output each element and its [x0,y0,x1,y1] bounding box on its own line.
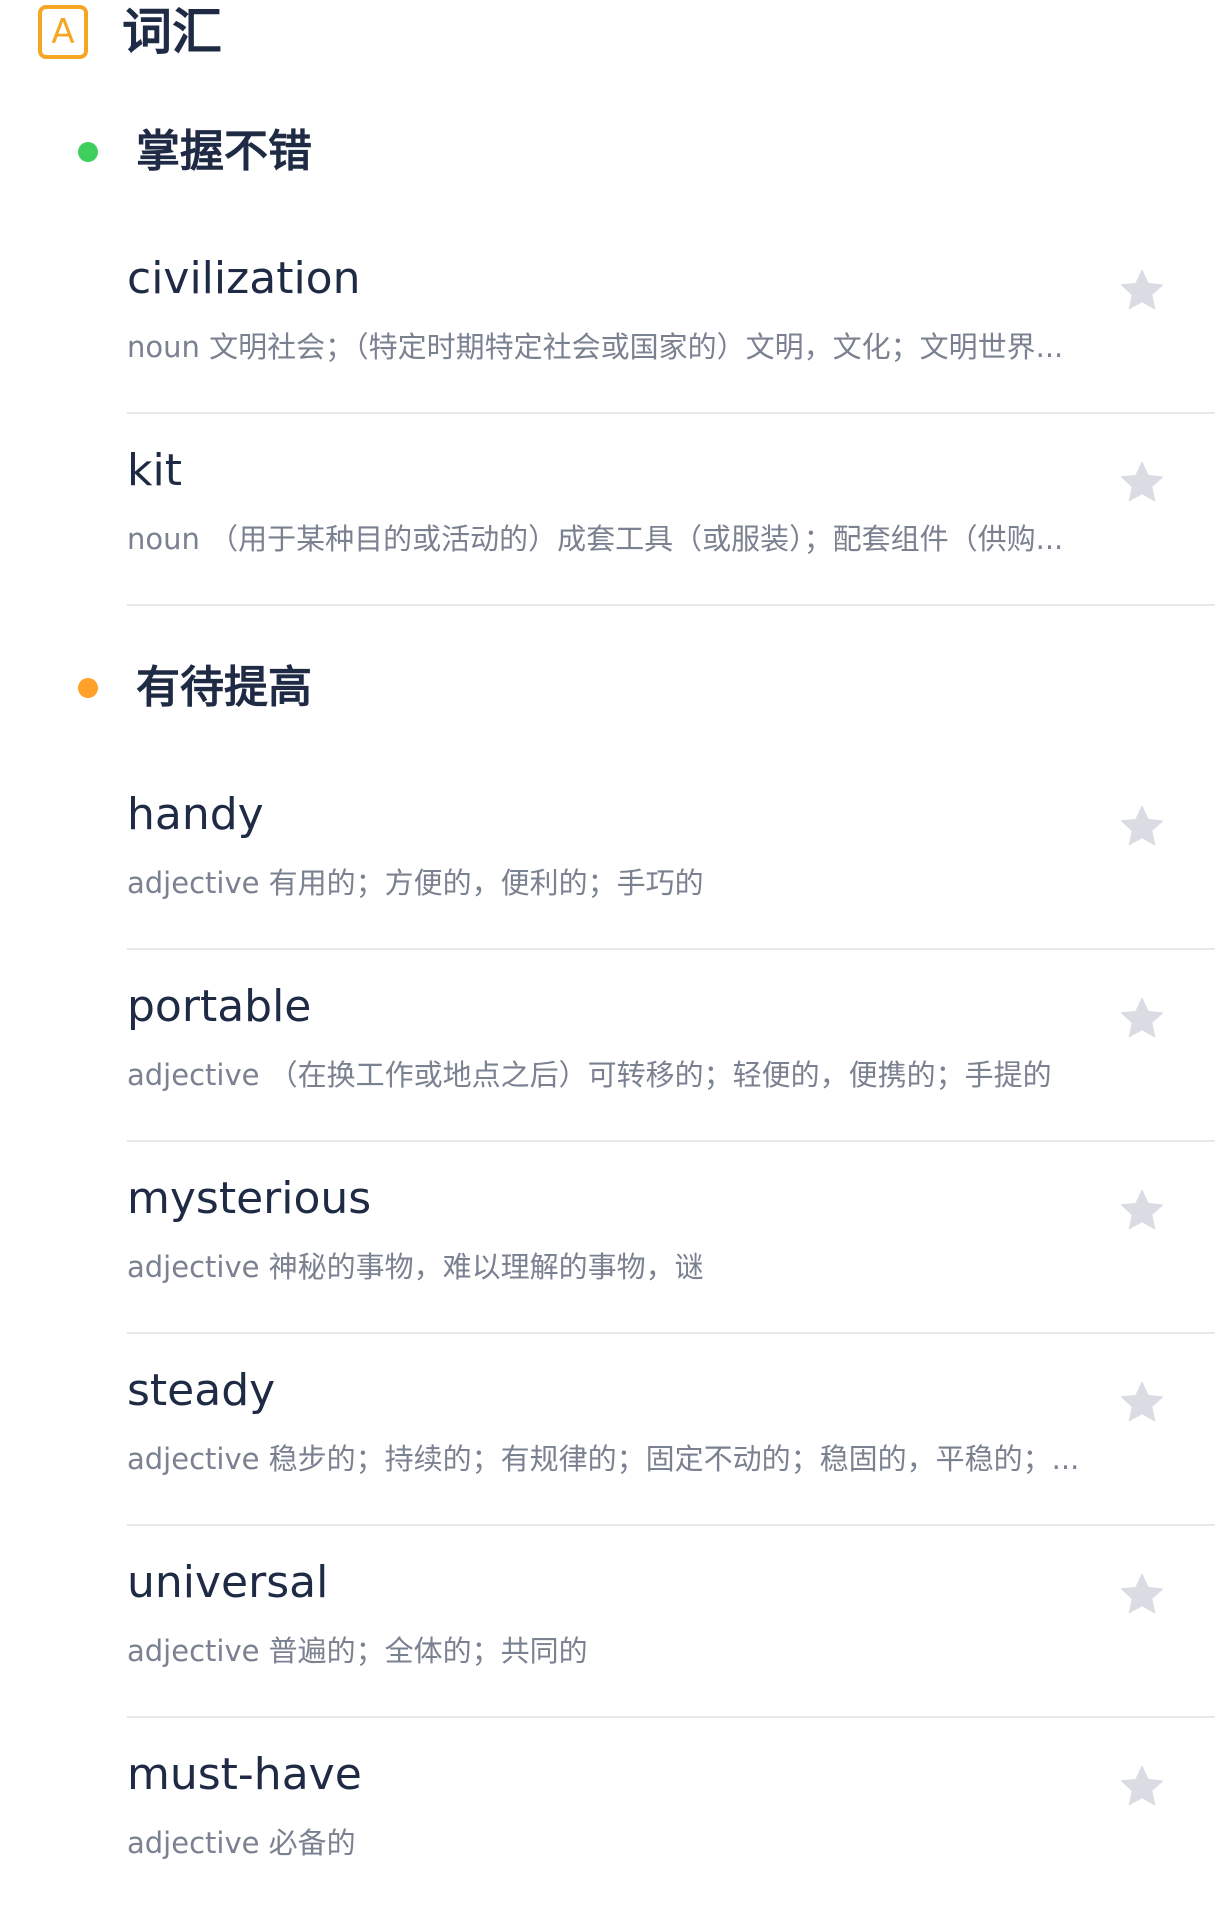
favorite-star-icon[interactable] [1115,264,1169,318]
vocab-item-kit[interactable]: kit noun （用于某种目的或活动的）成套工具（或服装）；配套组件（供购..… [127,414,1215,606]
word-text: must-have [127,1749,362,1800]
section-header-mastered: 掌握不错 [78,130,312,174]
favorite-star-icon[interactable] [1115,992,1169,1046]
word-definition: adjective 神秘的事物，难以理解的事物，谜 [127,1250,704,1284]
word-definition: adjective （在换工作或地点之后）可转移的；轻便的，便携的；手提的 [127,1058,1052,1092]
favorite-star-icon[interactable] [1115,800,1169,854]
favorite-star-icon[interactable] [1115,1760,1169,1814]
section-title: 掌握不错 [136,126,312,177]
vocab-item-must-have[interactable]: must-have adjective 必备的 [127,1718,1215,1910]
word-text: civilization [127,253,361,304]
page-header: A 词汇 [38,2,222,62]
word-definition: adjective 稳步的；持续的；有规律的；固定不动的；稳固的，平稳的；... [127,1442,1080,1476]
vocab-item-handy[interactable]: handy adjective 有用的；方便的，便利的；手巧的 [127,758,1215,950]
word-definition: adjective 必备的 [127,1826,356,1860]
word-text: mysterious [127,1173,372,1224]
word-text: steady [127,1365,276,1416]
word-text: kit [127,445,182,496]
section-header-needs-improvement: 有待提高 [78,666,312,710]
word-text: portable [127,981,312,1032]
favorite-star-icon[interactable] [1115,1184,1169,1238]
mastered-status-dot [78,142,98,162]
word-definition: adjective 有用的；方便的，便利的；手巧的 [127,866,704,900]
vocab-item-mysterious[interactable]: mysterious adjective 神秘的事物，难以理解的事物，谜 [127,1142,1215,1334]
improve-status-dot [78,678,98,698]
vocab-item-universal[interactable]: universal adjective 普遍的；全体的；共同的 [127,1526,1215,1718]
favorite-star-icon[interactable] [1115,456,1169,510]
vocab-item-civilization[interactable]: civilization noun 文明社会；（特定时期特定社会或国家的）文明，… [127,222,1215,414]
vocab-item-steady[interactable]: steady adjective 稳步的；持续的；有规律的；固定不动的；稳固的，… [127,1334,1215,1526]
word-text: handy [127,789,264,840]
vocabulary-badge-icon: A [38,5,88,59]
vocab-item-portable[interactable]: portable adjective （在换工作或地点之后）可转移的；轻便的，便… [127,950,1215,1142]
word-definition: noun （用于某种目的或活动的）成套工具（或服装）；配套组件（供购... [127,522,1064,556]
word-definition: adjective 普遍的；全体的；共同的 [127,1634,588,1668]
favorite-star-icon[interactable] [1115,1568,1169,1622]
word-text: universal [127,1557,329,1608]
section-title: 有待提高 [136,662,312,713]
word-definition: noun 文明社会；（特定时期特定社会或国家的）文明，文化；文明世界... [127,330,1064,364]
favorite-star-icon[interactable] [1115,1376,1169,1430]
badge-letter: A [51,12,75,52]
page-title: 词汇 [122,3,222,61]
